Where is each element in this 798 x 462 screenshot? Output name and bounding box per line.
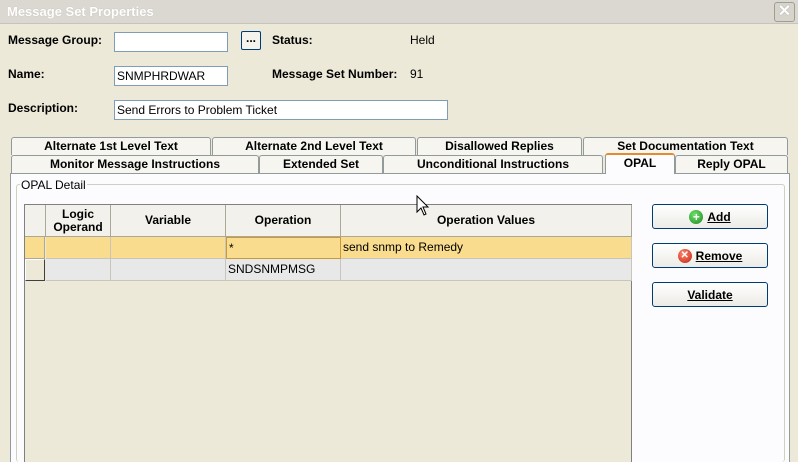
column-header-operation-values[interactable]: Operation Values (341, 205, 632, 237)
status-value: Held (410, 33, 435, 47)
add-icon: + (689, 209, 704, 224)
name-label: Name: (8, 67, 45, 81)
message-set-number-value: 91 (410, 67, 424, 81)
tab-monitor-message-instructions[interactable]: Monitor Message Instructions (11, 155, 259, 173)
tab-reply-opal[interactable]: Reply OPAL (675, 155, 788, 173)
column-header-operation[interactable]: Operation (226, 205, 341, 237)
add-button[interactable]: + Add (652, 204, 768, 229)
close-icon: ✕ (777, 3, 792, 20)
column-header-logic-operand[interactable]: Logic Operand (46, 205, 111, 237)
logic-operand-cell[interactable] (46, 237, 111, 259)
remove-button-label: Remove (695, 248, 743, 263)
tab-unconditional-instructions[interactable]: Unconditional Instructions (383, 155, 603, 173)
tab-alternate-1st-level-text[interactable]: Alternate 1st Level Text (11, 137, 211, 155)
tab-opal[interactable]: OPAL (605, 153, 675, 174)
tab-extended-set[interactable]: Extended Set (259, 155, 383, 173)
close-button[interactable]: ✕ (774, 2, 795, 22)
validate-button[interactable]: Validate (652, 282, 768, 307)
description-label: Description: (8, 101, 79, 115)
operation-values-cell[interactable]: send snmp to Remedy (341, 237, 632, 259)
name-field[interactable]: SNMPHRDWAR (114, 66, 228, 86)
opal-detail-title: OPAL Detail (20, 178, 87, 192)
variable-cell[interactable] (111, 237, 226, 259)
status-label: Status: (272, 33, 313, 47)
row-header[interactable] (25, 259, 45, 281)
operation-cell[interactable]: SNDSNMPMSG (226, 259, 341, 281)
tab-disallowed-replies[interactable]: Disallowed Replies (417, 137, 582, 155)
logic-operand-cell[interactable] (46, 259, 111, 281)
operation-values-cell[interactable] (341, 259, 632, 281)
message-group-field[interactable] (114, 32, 228, 52)
remove-button[interactable]: ✕ Remove (652, 243, 768, 268)
opal-grid[interactable]: Logic Operand Variable Operation Operati… (24, 204, 632, 462)
validate-button-label: Validate (687, 287, 733, 302)
message-group-browse-button[interactable]: ... (241, 31, 261, 50)
row-header[interactable] (25, 237, 45, 259)
column-header-variable[interactable]: Variable (111, 205, 226, 237)
grid-corner-header (25, 205, 46, 237)
description-field[interactable]: Send Errors to Problem Ticket (114, 100, 448, 120)
remove-icon: ✕ (677, 248, 692, 263)
mouse-pointer-icon (416, 195, 430, 216)
window-title: Message Set Properties (7, 4, 154, 19)
operation-cell[interactable]: * (226, 237, 341, 259)
title-bar: Message Set Properties ✕ (0, 0, 798, 24)
message-set-number-label: Message Set Number: (272, 67, 398, 81)
message-group-label: Message Group: (8, 33, 103, 47)
variable-cell[interactable] (111, 259, 226, 281)
add-button-label: Add (707, 209, 731, 224)
tab-alternate-2nd-level-text[interactable]: Alternate 2nd Level Text (212, 137, 416, 155)
